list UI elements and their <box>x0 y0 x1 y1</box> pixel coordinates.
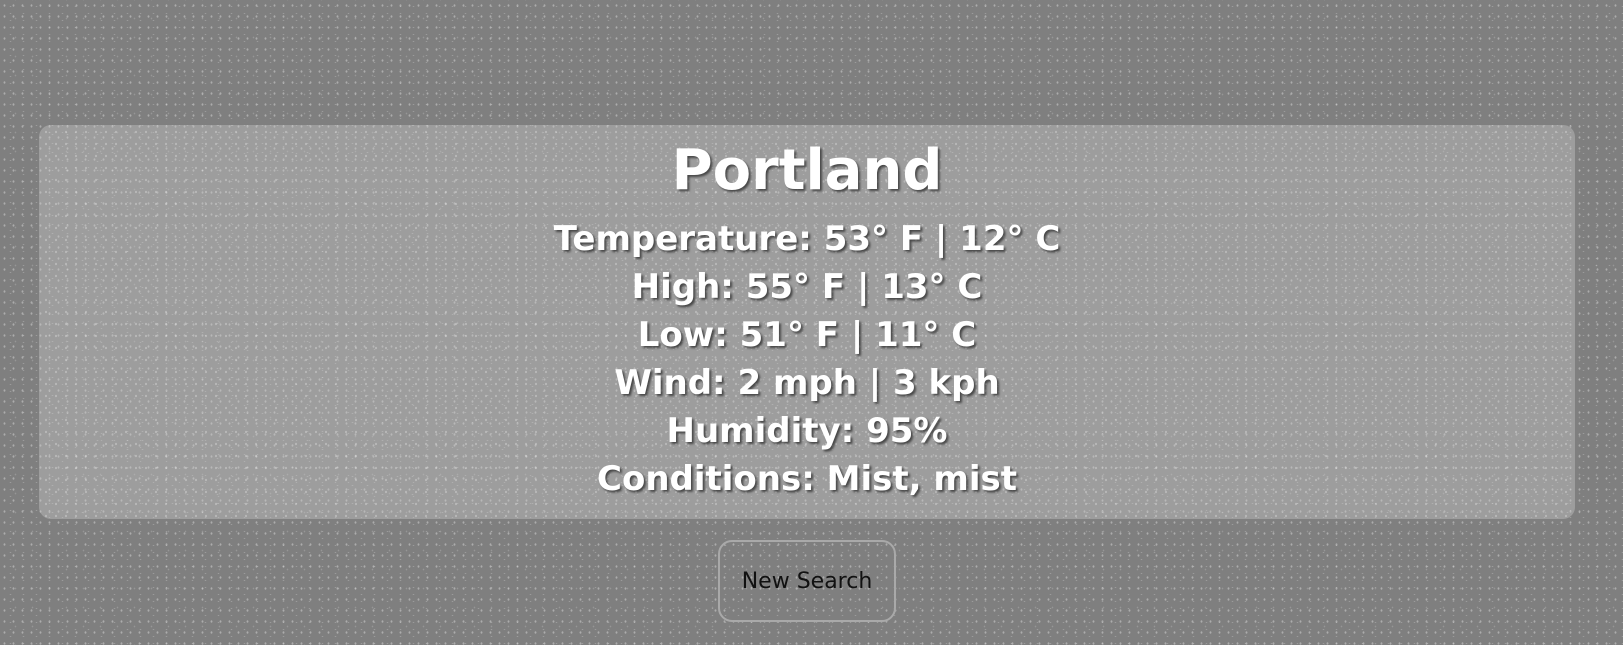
wind-readout: Wind: 2 mph | 3 kph <box>614 363 1000 403</box>
temperature-readout: Temperature: 53° F | 12° C <box>553 219 1061 259</box>
high-readout: High: 55° F | 13° C <box>631 267 983 307</box>
humidity-readout: Humidity: 95% <box>666 411 948 451</box>
conditions-readout: Conditions: Mist, mist <box>597 459 1017 499</box>
weather-card: Portland Temperature: 53° F | 12° C High… <box>39 125 1575 519</box>
city-name: Portland <box>671 138 943 203</box>
low-readout: Low: 51° F | 11° C <box>637 315 977 355</box>
new-search-button[interactable]: New Search <box>718 540 896 622</box>
weather-stats: Temperature: 53° F | 12° C High: 55° F |… <box>39 215 1575 503</box>
